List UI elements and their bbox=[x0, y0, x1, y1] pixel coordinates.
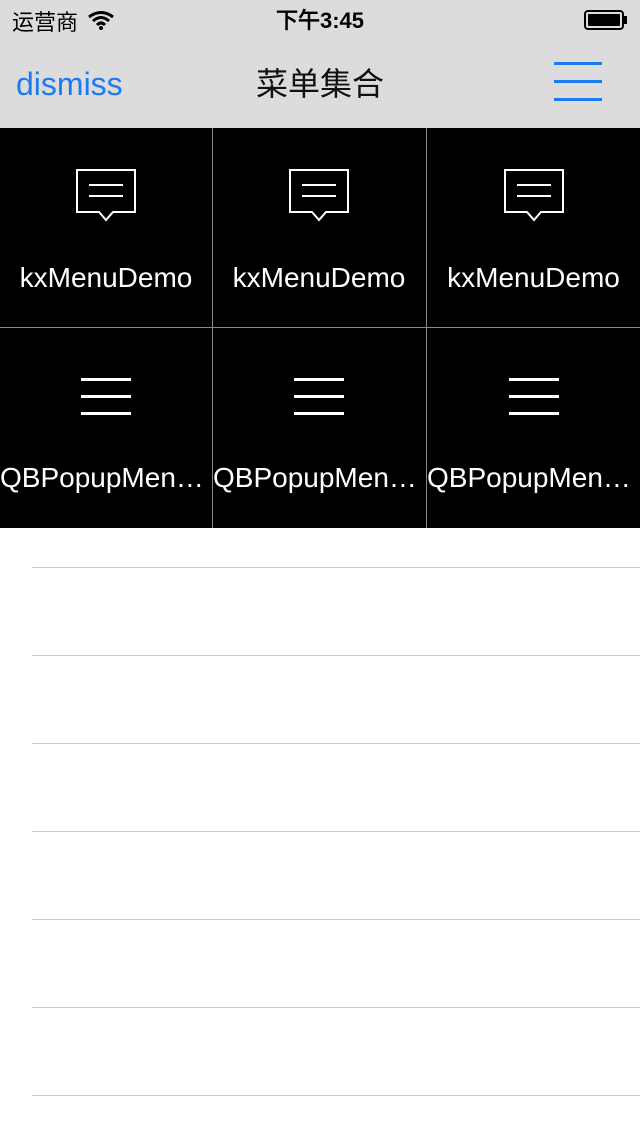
grid-item-label: kxMenuDemo bbox=[19, 262, 193, 293]
list-icon-wrap bbox=[213, 376, 425, 436]
list-icon-wrap bbox=[427, 376, 640, 436]
message-icon bbox=[503, 169, 564, 222]
grid-divider bbox=[426, 128, 427, 528]
grid-item-label: kxMenuDemo bbox=[447, 262, 620, 293]
grid-item-qbpopupmenu-2[interactable]: QBPopupMenu… bbox=[213, 328, 425, 528]
hamburger-icon-line bbox=[554, 80, 602, 83]
grid-item-label: QBPopupMenu… bbox=[0, 462, 212, 493]
grid-item-kxmenudemo-2[interactable]: kxMenuDemo bbox=[213, 128, 425, 328]
menu-grid: kxMenuDemo kxMenuDemo kxMenuDemo QBPopup… bbox=[0, 128, 640, 528]
message-icon bbox=[76, 169, 136, 222]
battery-icon bbox=[584, 10, 627, 30]
grid-item-label: QBPopupMenu… bbox=[213, 462, 425, 493]
grid-divider bbox=[0, 327, 640, 328]
message-icon-wrap bbox=[427, 168, 640, 228]
navigation-bar: dismiss 菜单集合 bbox=[0, 40, 640, 128]
list-icon-wrap bbox=[0, 376, 212, 436]
grid-divider bbox=[212, 128, 213, 528]
dismiss-button[interactable]: dismiss bbox=[16, 62, 123, 106]
list-icon bbox=[508, 378, 559, 415]
list-icon bbox=[81, 378, 131, 415]
status-bar: 运营商 下午3:45 bbox=[0, 0, 640, 40]
grid-item-qbpopupmenu-3[interactable]: QBPopupMenu… bbox=[427, 328, 640, 528]
grid-item-label: QBPopupMenu… bbox=[427, 462, 640, 493]
message-icon bbox=[289, 169, 349, 222]
message-icon-wrap bbox=[213, 168, 425, 228]
grid-item-label: kxMenuDemo bbox=[232, 262, 406, 293]
table-row-separator bbox=[32, 919, 640, 920]
status-time: 下午3:45 bbox=[275, 8, 365, 33]
grid-item-kxmenudemo-1[interactable]: kxMenuDemo bbox=[0, 128, 212, 328]
hamburger-icon-line bbox=[554, 98, 602, 101]
table-row-separator bbox=[32, 567, 640, 568]
table-row-separator bbox=[32, 831, 640, 832]
table-row-separator bbox=[32, 1095, 640, 1096]
hamburger-menu-button[interactable] bbox=[552, 60, 604, 104]
table-row-separator bbox=[32, 1007, 640, 1008]
grid-item-kxmenudemo-3[interactable]: kxMenuDemo bbox=[427, 128, 640, 328]
hamburger-icon bbox=[554, 62, 602, 65]
grid-item-qbpopupmenu-1[interactable]: QBPopupMenu… bbox=[0, 328, 212, 528]
list-icon bbox=[294, 378, 344, 415]
message-icon-wrap bbox=[0, 168, 212, 228]
table-row-separator bbox=[32, 655, 640, 656]
table-row-separator bbox=[32, 743, 640, 744]
